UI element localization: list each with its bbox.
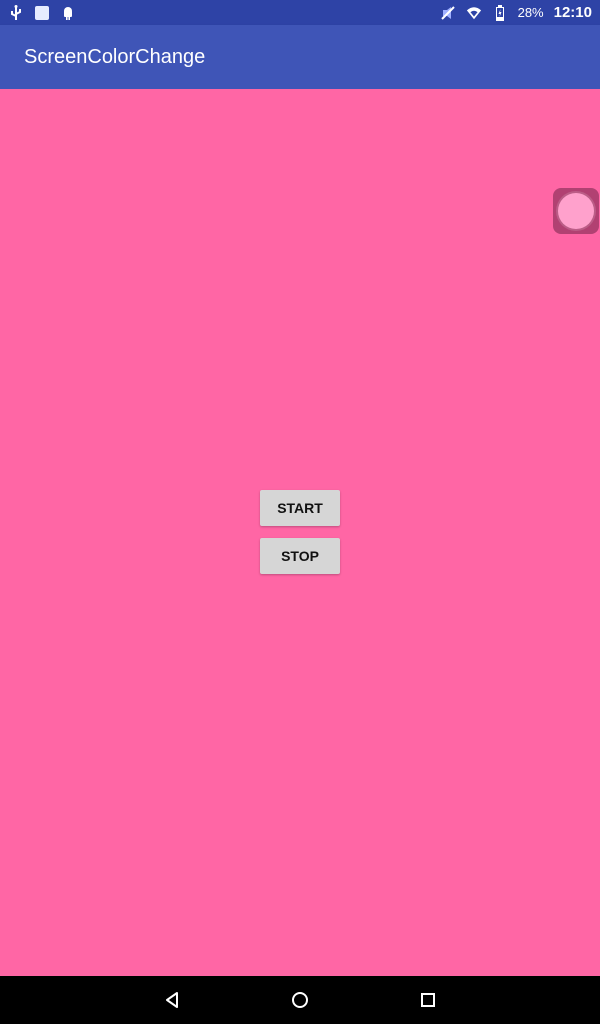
battery-icon [492, 4, 508, 21]
status-bar: 28% 12:10 [0, 0, 600, 25]
main-content: START STOP [0, 89, 600, 976]
usb-icon [8, 4, 24, 21]
status-right: 28% 12:10 [440, 4, 592, 21]
floating-knob [558, 193, 594, 229]
app-title: ScreenColorChange [24, 45, 206, 68]
status-time: 12:10 [553, 4, 592, 21]
status-left [8, 4, 76, 21]
recents-icon[interactable] [414, 986, 442, 1014]
mute-icon [440, 5, 456, 21]
floating-assistive-button[interactable] [553, 188, 599, 234]
stop-button[interactable]: STOP [260, 538, 340, 574]
navigation-bar [0, 976, 600, 1024]
home-icon[interactable] [286, 986, 314, 1014]
battery-percentage: 28% [517, 5, 544, 20]
notification-icon [34, 5, 50, 21]
start-button[interactable]: START [260, 490, 340, 526]
back-icon[interactable] [158, 986, 186, 1014]
app-bar: ScreenColorChange [0, 25, 600, 89]
android-icon [60, 5, 76, 21]
wifi-icon [466, 5, 482, 21]
